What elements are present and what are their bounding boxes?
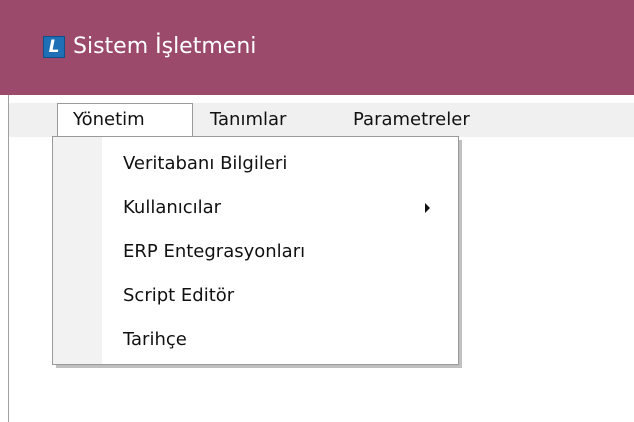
menu-item-tarihce[interactable]: Tarihçe	[53, 318, 458, 362]
chevron-right-icon	[425, 203, 430, 213]
menu-parametreler[interactable]: Parametreler	[353, 103, 523, 137]
menu-item-script-editor[interactable]: Script Editör	[53, 274, 458, 318]
menu-tanimlar[interactable]: Tanımlar	[210, 103, 330, 137]
menu-item-label: Veritabanı Bilgileri	[123, 153, 288, 174]
menu-item-label: Tarihçe	[123, 329, 187, 350]
window-left-border	[8, 95, 9, 422]
yonetim-dropdown-menu: Veritabanı Bilgileri Kullanıcılar ERP En…	[52, 136, 459, 365]
title-bar: L Sistem İşletmeni	[0, 0, 634, 95]
menu-item-kullanicilar[interactable]: Kullanıcılar	[53, 186, 458, 230]
menu-item-label: ERP Entegrasyonları	[123, 241, 306, 262]
menu-item-erp-entegrasyonlari[interactable]: ERP Entegrasyonları	[53, 230, 458, 274]
menu-item-veritabani-bilgileri[interactable]: Veritabanı Bilgileri	[53, 142, 458, 186]
menu-item-label: Script Editör	[123, 285, 235, 306]
menu-item-label: Kullanıcılar	[123, 197, 222, 218]
app-logo-icon: L	[43, 36, 65, 58]
menu-yonetim[interactable]: Yönetim	[57, 103, 193, 138]
window-title: Sistem İşletmeni	[73, 34, 257, 59]
